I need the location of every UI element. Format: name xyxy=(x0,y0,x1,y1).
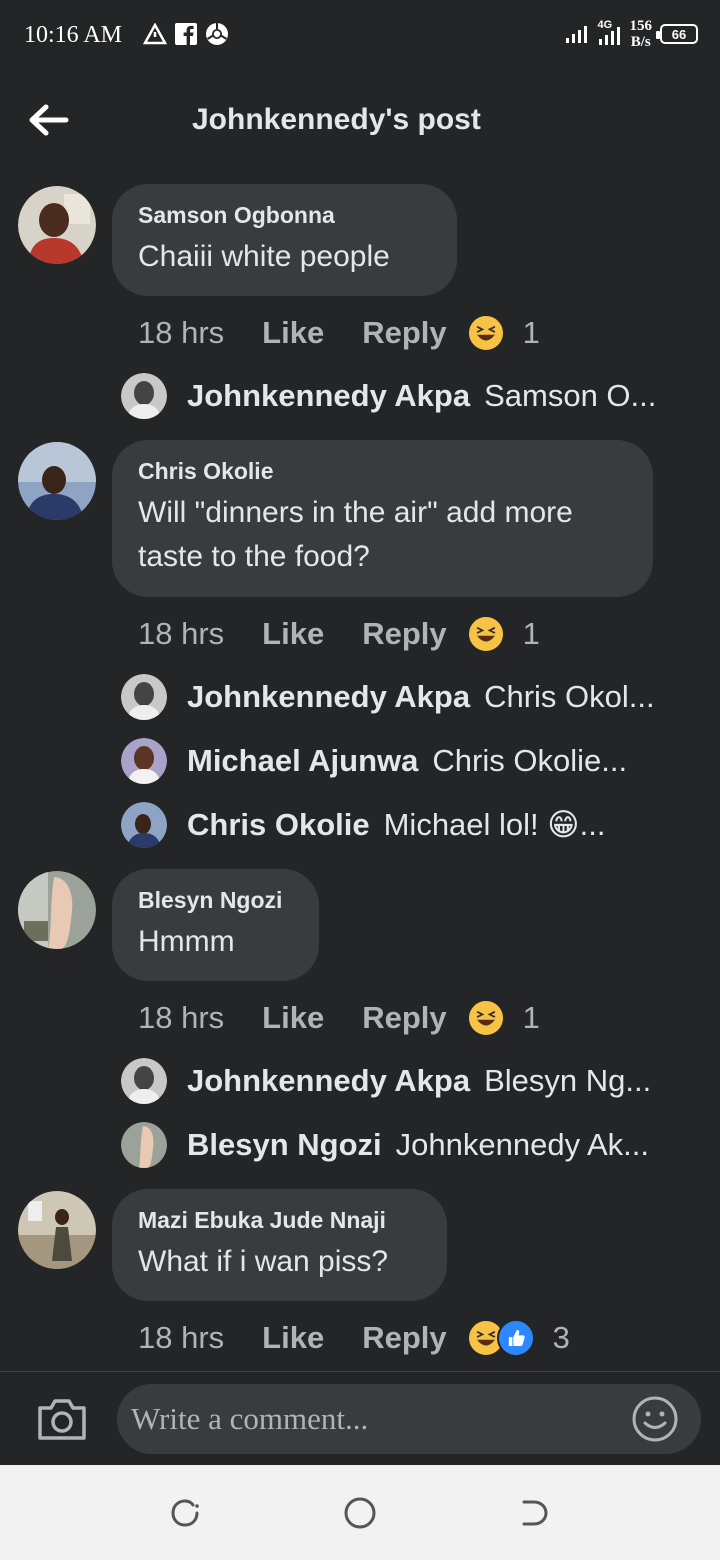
comment-text: Will "dinners in the air" add more xyxy=(138,496,573,529)
reply-author: Blesyn Ngozi xyxy=(187,1127,382,1162)
comment-actions: 18 hrs Like Reply 1 xyxy=(138,614,540,654)
comment-author[interactable]: Mazi Ebuka Jude Nnaji xyxy=(138,1207,421,1234)
status-time: 10:16 AM xyxy=(24,22,123,48)
avatar xyxy=(121,802,167,848)
network-type: 4G xyxy=(597,19,613,31)
comment-bubble[interactable]: Samson Ogbonna Chaiii white people xyxy=(112,184,457,296)
reply-button[interactable]: Reply xyxy=(362,616,446,652)
comment-input[interactable] xyxy=(117,1384,701,1454)
reply-text: Michael lol! 😁... xyxy=(383,807,606,842)
reply-author: Michael Ajunwa xyxy=(187,743,419,778)
reply-preview[interactable]: Chris Okolie Michael lol! 😁... xyxy=(121,801,681,849)
back-arrow-icon[interactable] xyxy=(26,100,70,140)
reply-preview[interactable]: Michael Ajunwa Chris Okolie... xyxy=(121,737,681,785)
status-indicators: 4G 156 B/s 66 xyxy=(564,18,698,50)
reply-preview[interactable]: Blesyn Ngozi Johnkennedy Ak... xyxy=(121,1121,681,1169)
reply-author: Johnkennedy Akpa xyxy=(187,679,471,714)
comment-composer xyxy=(0,1371,720,1465)
comment-author[interactable]: Blesyn Ngozi xyxy=(138,887,293,914)
comment-author[interactable]: Samson Ogbonna xyxy=(138,202,431,229)
comment-author[interactable]: Chris Okolie xyxy=(138,458,627,485)
reply-text: Samson O... xyxy=(484,378,657,413)
comment-bubble[interactable]: Blesyn Ngozi Hmmm xyxy=(112,869,319,981)
back-icon[interactable] xyxy=(514,1493,554,1533)
haha-reaction-icon[interactable] xyxy=(466,314,505,352)
avatar xyxy=(121,738,167,784)
reply-author: Johnkennedy Akpa xyxy=(187,378,471,413)
reply-text: Chris Okol... xyxy=(484,679,655,714)
reaction-count[interactable]: 1 xyxy=(523,616,540,652)
signal-icon xyxy=(565,26,587,43)
reply-preview[interactable]: Johnkennedy Akpa Chris Okol... xyxy=(121,673,681,721)
comment-text: Chaiii white people xyxy=(138,240,390,273)
reply-preview[interactable]: Johnkennedy Akpa Blesyn Ng... xyxy=(121,1057,681,1105)
comment-time[interactable]: 18 hrs xyxy=(138,1320,224,1356)
reaction-count[interactable]: 1 xyxy=(523,315,540,351)
battery-icon: 66 xyxy=(656,24,698,44)
like-button[interactable]: Like xyxy=(262,1000,324,1036)
avatar[interactable] xyxy=(18,1191,96,1269)
comment-bubble[interactable]: Mazi Ebuka Jude Nnaji What if i wan piss… xyxy=(112,1189,447,1301)
notification-icons xyxy=(143,22,229,46)
page-title: Johnkennedy's post xyxy=(192,103,481,136)
mobile-data-indicator: 4G xyxy=(596,19,622,47)
reply-button[interactable]: Reply xyxy=(362,1320,446,1356)
like-button[interactable]: Like xyxy=(262,315,324,351)
reply-text: Johnkennedy Ak... xyxy=(395,1127,649,1162)
facebook-icon xyxy=(175,23,197,45)
status-bar: 10:16 AM 4G 156 B/s 66 xyxy=(0,0,720,72)
avatar[interactable] xyxy=(18,442,96,520)
avatar xyxy=(121,373,167,419)
home-icon[interactable] xyxy=(340,1493,380,1533)
reply-button[interactable]: Reply xyxy=(362,315,446,351)
comment-text: taste to the food? xyxy=(138,540,370,573)
comment-time[interactable]: 18 hrs xyxy=(138,315,224,351)
reply-author: Chris Okolie xyxy=(187,807,370,842)
comment-bubble[interactable]: Chris Okolie Will "dinners in the air" a… xyxy=(112,440,653,597)
reaction-count[interactable]: 1 xyxy=(523,1000,540,1036)
comment-text: What if i wan piss? xyxy=(138,1245,389,1278)
avatar xyxy=(121,674,167,720)
avatar xyxy=(121,1058,167,1104)
like-button[interactable]: Like xyxy=(262,1320,324,1356)
reply-author: Johnkennedy Akpa xyxy=(187,1063,471,1098)
like-reaction-icon[interactable] xyxy=(496,1319,535,1357)
avatar[interactable] xyxy=(18,186,96,264)
system-nav-bar xyxy=(0,1465,720,1560)
emoji-icon[interactable] xyxy=(630,1394,680,1444)
reply-text: Blesyn Ng... xyxy=(484,1063,652,1098)
reaction-count[interactable]: 3 xyxy=(553,1320,570,1356)
network-speed: 156 B/s xyxy=(629,18,653,50)
comment-actions: 18 hrs Like Reply 3 xyxy=(138,1318,570,1358)
reply-preview[interactable]: Johnkennedy Akpa Samson O... xyxy=(121,372,681,420)
reply-button[interactable]: Reply xyxy=(362,1000,446,1036)
avatar xyxy=(121,1122,167,1168)
haha-reaction-icon[interactable] xyxy=(466,615,505,653)
comment-actions: 18 hrs Like Reply 1 xyxy=(138,998,540,1038)
like-button[interactable]: Like xyxy=(262,616,324,652)
post-header: Johnkennedy's post xyxy=(0,72,720,172)
comment-actions: 18 hrs Like Reply 1 xyxy=(138,313,540,353)
avatar[interactable] xyxy=(18,871,96,949)
warning-icon xyxy=(143,23,167,45)
reply-text: Chris Okolie... xyxy=(432,743,628,778)
recents-icon[interactable] xyxy=(166,1493,206,1533)
comment-time[interactable]: 18 hrs xyxy=(138,1000,224,1036)
comment-text: Hmmm xyxy=(138,925,235,958)
haha-reaction-icon[interactable] xyxy=(466,999,505,1037)
comment-time[interactable]: 18 hrs xyxy=(138,616,224,652)
camera-icon[interactable] xyxy=(36,1396,88,1442)
chrome-icon xyxy=(206,23,228,45)
